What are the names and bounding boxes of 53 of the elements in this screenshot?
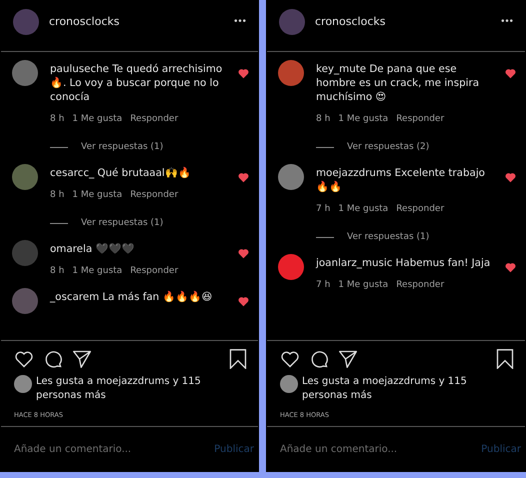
- comment-field[interactable]: Añade un comentario...: [280, 444, 482, 455]
- comment-icon[interactable]: [309, 349, 329, 369]
- username[interactable]: cronosclocks: [315, 15, 490, 28]
- avatar[interactable]: [12, 60, 38, 86]
- likes-summary[interactable]: Les gusta a moejazzdrums y 115 personas más: [36, 375, 206, 403]
- likes-count[interactable]: 1 Me gusta: [72, 266, 122, 276]
- comment-text: omarela 🖤🖤🖤: [50, 242, 136, 256]
- avatar[interactable]: [278, 60, 304, 86]
- avatar[interactable]: [12, 164, 38, 190]
- reply-link[interactable]: Responder: [396, 114, 444, 124]
- comment-icon[interactable]: [43, 349, 63, 369]
- comment-text: moejazzdrums Excelente trabajo 🔥🔥: [316, 166, 486, 194]
- avatar[interactable]: [278, 254, 304, 280]
- comment-time: 7 h: [316, 280, 330, 290]
- more-button[interactable]: •••: [500, 16, 513, 26]
- comment-field[interactable]: Añade un comentario...: [14, 444, 214, 455]
- avatar[interactable]: [280, 375, 298, 393]
- heart-icon[interactable]: [280, 349, 300, 369]
- likes-count[interactable]: 1 Me gusta: [338, 204, 388, 214]
- view-replies-link[interactable]: Ver respuestas (2): [347, 142, 430, 152]
- view-replies-link[interactable]: Ver respuestas (1): [81, 218, 164, 228]
- more-button[interactable]: •••: [233, 16, 246, 26]
- likes-count[interactable]: 1 Me gusta: [72, 190, 122, 200]
- likes-summary[interactable]: Les gusta a moejazzdrums y 115 personas más: [302, 375, 472, 403]
- comment-time: 8 h: [50, 190, 64, 200]
- bookmark-icon[interactable]: [228, 349, 248, 369]
- username[interactable]: cronosclocks: [49, 15, 224, 28]
- comment-text: cesarcc_ Qué brutaaal🙌🔥: [50, 166, 192, 180]
- comment-text: pauluseche Te quedó arrechisimo 🔥. Lo voy a buscar porque no lo conocía: [50, 62, 224, 104]
- comment-text: joanlarz_music Habemus fan! Jaja: [316, 256, 492, 270]
- heart-icon[interactable]: [14, 349, 34, 369]
- reply-link[interactable]: Responder: [396, 280, 444, 290]
- view-replies-link[interactable]: Ver respuestas (1): [347, 232, 430, 242]
- likes-count[interactable]: 1 Me gusta: [338, 114, 388, 124]
- avatar[interactable]: [14, 375, 32, 393]
- send-icon[interactable]: [72, 349, 92, 369]
- avatar[interactable]: [12, 288, 38, 314]
- reply-link[interactable]: Responder: [130, 190, 178, 200]
- bookmark-icon[interactable]: [495, 349, 515, 369]
- comment-time: 8 h: [50, 114, 64, 124]
- view-replies-link[interactable]: Ver respuestas (1): [81, 142, 164, 152]
- comment-time: 7 h: [316, 204, 330, 214]
- send-icon[interactable]: [338, 349, 358, 369]
- avatar[interactable]: [278, 164, 304, 190]
- reply-link[interactable]: Responder: [396, 204, 444, 214]
- reply-link[interactable]: Responder: [130, 266, 178, 276]
- comment-text: key_mute De pana que ese hombre es un crack, me inspira muchísimo 😍: [316, 62, 480, 104]
- likes-count[interactable]: 1 Me gusta: [72, 114, 122, 124]
- reply-link[interactable]: Responder: [130, 114, 178, 124]
- comment-text: _oscarem La más fan 🔥🔥🔥😆: [50, 290, 214, 304]
- likes-count[interactable]: 1 Me gusta: [338, 280, 388, 290]
- comment-time: 8 h: [50, 266, 64, 276]
- comment-time: 8 h: [316, 114, 330, 124]
